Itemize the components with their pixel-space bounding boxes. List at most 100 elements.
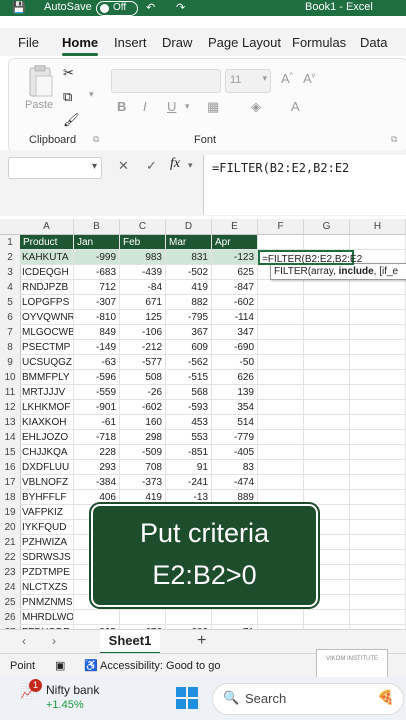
cell[interactable] (258, 445, 304, 460)
header-cell[interactable]: Feb (120, 235, 166, 250)
cell[interactable] (304, 295, 350, 310)
row-header[interactable]: 7 (0, 325, 21, 341)
cell[interactable]: -851 (166, 445, 212, 460)
cell[interactable] (350, 535, 406, 550)
row-header[interactable]: 9 (0, 355, 21, 371)
cell[interactable]: 568 (166, 385, 212, 400)
cell[interactable] (258, 325, 304, 340)
cell[interactable] (304, 400, 350, 415)
decrease-font-icon[interactable]: Av (303, 71, 315, 86)
cell[interactable]: -502 (166, 265, 212, 280)
cell[interactable]: -474 (212, 475, 258, 490)
cell[interactable]: 712 (74, 280, 120, 295)
increase-font-icon[interactable]: A^ (281, 71, 293, 86)
tab-draw[interactable]: Draw (162, 35, 192, 50)
row-header[interactable]: 17 (0, 475, 21, 491)
cell[interactable] (350, 520, 406, 535)
cell[interactable]: -13 (166, 490, 212, 505)
column-header[interactable]: F (258, 219, 304, 235)
cell[interactable] (258, 610, 304, 625)
row-header[interactable]: 21 (0, 535, 21, 551)
cell[interactable]: -212 (120, 340, 166, 355)
cell[interactable] (304, 445, 350, 460)
cell[interactable]: NLCTXZS (20, 580, 74, 595)
cell[interactable]: -123 (212, 250, 258, 265)
cell[interactable]: 125 (120, 310, 166, 325)
accessibility-icon[interactable]: ♿ (84, 659, 98, 672)
cell[interactable] (350, 400, 406, 415)
cell[interactable]: UCSUQGZ (20, 355, 74, 370)
copy-icon[interactable]: ⧉ (63, 89, 72, 105)
fill-color-icon[interactable]: ◈ (251, 99, 261, 115)
cell[interactable] (350, 550, 406, 565)
next-sheet-icon[interactable]: › (52, 634, 56, 648)
row-header[interactable]: 19 (0, 505, 21, 521)
cell[interactable] (258, 475, 304, 490)
cell[interactable] (304, 310, 350, 325)
cell[interactable]: -901 (74, 400, 120, 415)
row-header[interactable]: 26 (0, 610, 21, 626)
sheet-tab-sheet1[interactable]: Sheet1 (100, 630, 160, 655)
undo-icon[interactable]: ↶ (146, 1, 155, 14)
taskbar-search[interactable]: 🔍 Search 🍕 (212, 683, 404, 715)
font-launcher-icon[interactable]: ⧉ (391, 134, 397, 145)
cell[interactable] (350, 340, 406, 355)
cell[interactable]: -559 (74, 385, 120, 400)
active-cell[interactable]: =FILTER(B2:E2,B2:E2 (258, 250, 362, 265)
cell[interactable] (350, 595, 406, 610)
cell[interactable] (350, 460, 406, 475)
cell[interactable]: 354 (212, 400, 258, 415)
cell[interactable] (304, 610, 350, 625)
row-header[interactable]: 3 (0, 265, 21, 281)
cell[interactable] (304, 280, 350, 295)
insert-function-button[interactable]: fx (170, 156, 180, 172)
cell[interactable]: 831 (166, 250, 212, 265)
cell[interactable]: DXDFLUU (20, 460, 74, 475)
cell[interactable] (350, 280, 406, 295)
cell[interactable]: 514 (212, 415, 258, 430)
cell[interactable]: KAHKUTA (20, 250, 74, 265)
cell[interactable]: CHJJKQA (20, 445, 74, 460)
cell[interactable] (350, 310, 406, 325)
column-header[interactable]: A (20, 219, 74, 235)
cell[interactable] (304, 370, 350, 385)
cell[interactable]: -439 (120, 265, 166, 280)
row-header[interactable]: 2 (0, 250, 21, 266)
cell[interactable]: -384 (74, 475, 120, 490)
cell[interactable]: -50 (212, 355, 258, 370)
cell[interactable] (304, 490, 350, 505)
cell[interactable]: PSECTMP (20, 340, 74, 355)
row-header[interactable]: 1 (0, 235, 21, 251)
cell[interactable]: 882 (166, 295, 212, 310)
header-cell[interactable] (258, 235, 304, 250)
cell[interactable] (350, 385, 406, 400)
cell[interactable]: 419 (120, 490, 166, 505)
cell[interactable]: 298 (120, 430, 166, 445)
cell[interactable]: 160 (120, 415, 166, 430)
header-cell[interactable] (350, 235, 406, 250)
underline-dropdown-icon[interactable]: ▾ (185, 101, 190, 112)
cell[interactable]: -241 (166, 475, 212, 490)
tab-data[interactable]: Data (360, 35, 387, 50)
cell[interactable] (304, 415, 350, 430)
cell[interactable] (350, 370, 406, 385)
font-color-icon[interactable]: A (291, 99, 300, 114)
borders-icon[interactable]: ▦ (207, 99, 219, 115)
row-header[interactable]: 13 (0, 415, 21, 431)
autosave-toggle[interactable]: Off (96, 1, 138, 16)
underline-button[interactable]: U (167, 99, 176, 114)
cell[interactable]: PZHWIZA (20, 535, 74, 550)
cell[interactable] (304, 355, 350, 370)
cell[interactable] (120, 610, 166, 625)
cell[interactable] (350, 580, 406, 595)
cell[interactable]: 625 (212, 265, 258, 280)
cell[interactable] (258, 415, 304, 430)
cell[interactable] (350, 295, 406, 310)
cell[interactable]: EHLJOZO (20, 430, 74, 445)
cell[interactable] (350, 415, 406, 430)
cell[interactable] (258, 385, 304, 400)
cell[interactable]: -690 (212, 340, 258, 355)
cell[interactable]: -596 (74, 370, 120, 385)
cell[interactable]: -810 (74, 310, 120, 325)
cell[interactable] (258, 340, 304, 355)
